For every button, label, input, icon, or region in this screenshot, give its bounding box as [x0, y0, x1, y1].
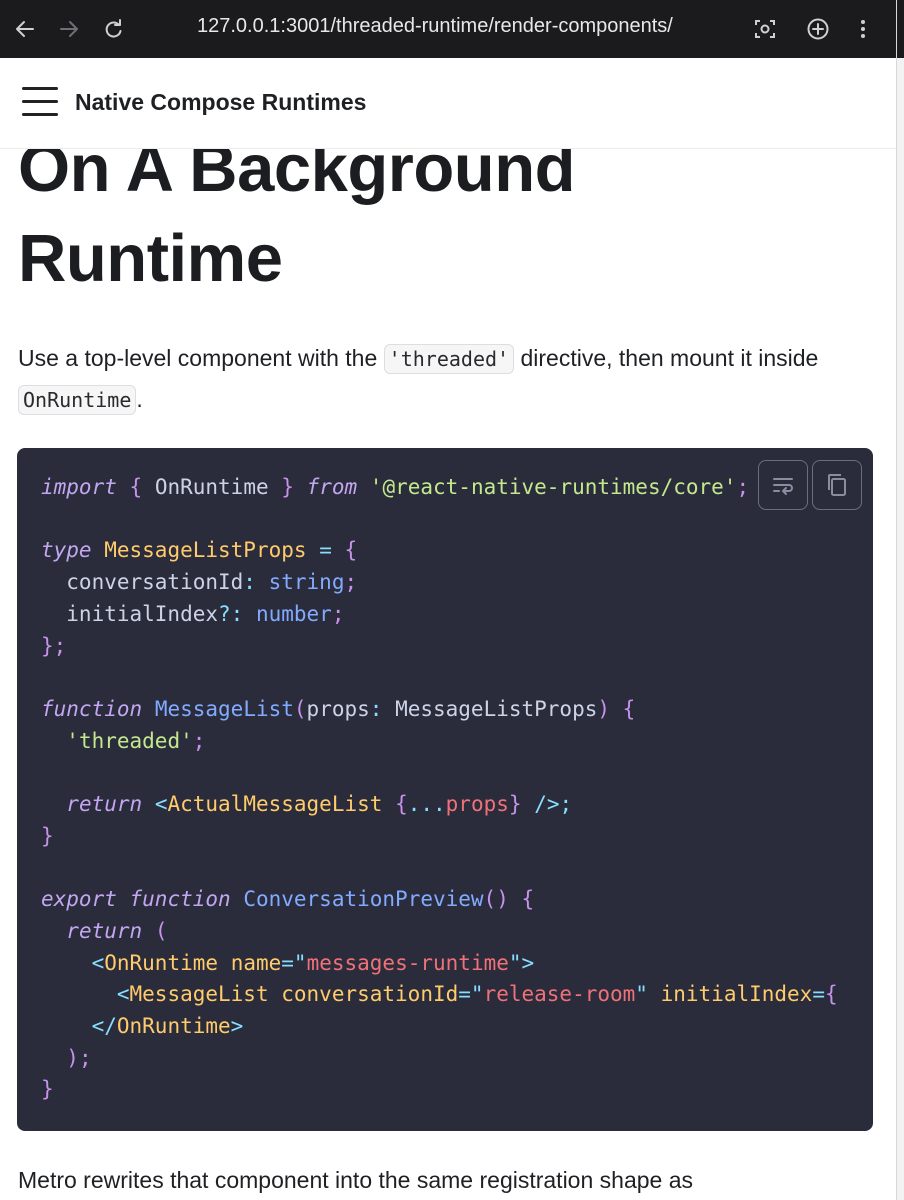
- page-title-line2: Runtime: [18, 221, 283, 296]
- copy-icon: [828, 474, 846, 496]
- copy-button[interactable]: [812, 460, 862, 510]
- intro-text: directive, then mount it inside: [514, 345, 819, 371]
- body-paragraph: Metro rewrites that component into the s…: [18, 1167, 694, 1193]
- page-title: On A Background Runtime: [18, 124, 878, 304]
- wrap-lines-button[interactable]: [758, 460, 808, 510]
- code-block: import { OnRuntime } from '@react-native…: [17, 448, 873, 1131]
- window-edge: [896, 0, 904, 1200]
- inline-code-threaded: 'threaded': [383, 344, 515, 374]
- browser-toolbar: 127.0.0.1:3001/threaded-runtime/render-c…: [0, 0, 896, 58]
- more-vertical-icon[interactable]: [848, 14, 878, 44]
- address-bar[interactable]: 127.0.0.1:3001/threaded-runtime/render-c…: [197, 15, 673, 38]
- reload-icon[interactable]: [98, 14, 128, 44]
- site-header: Native Compose Runtimes: [0, 58, 896, 149]
- new-tab-icon[interactable]: [803, 14, 833, 44]
- intro-text: .: [136, 386, 143, 412]
- code-content: import { OnRuntime } from '@react-native…: [41, 475, 838, 1102]
- forward-arrow-icon[interactable]: [54, 14, 84, 44]
- site-title[interactable]: Native Compose Runtimes: [75, 89, 366, 116]
- back-arrow-icon[interactable]: [10, 14, 40, 44]
- wrap-lines-icon: [773, 478, 793, 495]
- screenshot-icon[interactable]: [750, 14, 780, 44]
- menu-icon[interactable]: [22, 87, 58, 117]
- intro-text: Use a top-level component with the: [18, 345, 384, 371]
- intro-paragraph: Use a top-level component with the 'thre…: [18, 338, 878, 420]
- inline-code-onruntime: OnRuntime: [18, 385, 137, 415]
